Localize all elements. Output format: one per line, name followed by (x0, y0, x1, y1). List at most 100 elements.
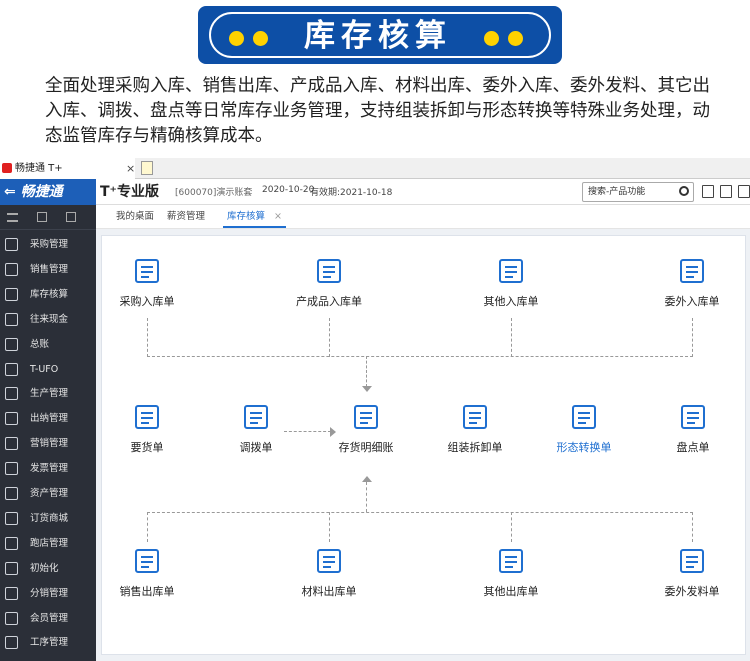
tab-my-desktop[interactable]: 我的桌面 (116, 210, 154, 224)
product-name: T⁺专业版 (100, 184, 159, 200)
sidebar-item-label: 往来现金 (30, 313, 69, 325)
menu-icon[interactable] (738, 185, 750, 198)
boxes-icon (315, 257, 343, 285)
sidebar-item[interactable]: 总账 (0, 332, 96, 357)
window-titlebar: 畅捷通 T+ × (0, 158, 750, 179)
calculator-icon[interactable] (702, 185, 714, 198)
sidebar-item[interactable]: 会员管理 (0, 606, 96, 631)
module-icon (5, 312, 18, 326)
sidebar-item[interactable]: 销售管理 (0, 257, 96, 282)
sidebar-item[interactable]: 跑店管理 (0, 531, 96, 556)
flow-node-label: 盘点单 (676, 441, 710, 454)
flow-node-label: 形态转换单 (556, 441, 612, 454)
sidebar-item[interactable]: 工序管理 (0, 630, 96, 655)
flow-node-label: 采购入库单 (119, 295, 175, 308)
forklift-icon (678, 547, 706, 575)
module-icon (5, 362, 18, 376)
connector (366, 482, 367, 512)
flow-node-label: 材料出库单 (301, 585, 357, 598)
sidebar-item[interactable]: 库存核算 (0, 282, 96, 307)
arrow-down-icon (362, 386, 372, 392)
sidebar-item-label: 初始化 (30, 562, 59, 574)
account-label: [600070]演示账套 (175, 188, 253, 198)
app-tab[interactable]: 畅捷通 T+ × (0, 158, 135, 179)
arrow-right-icon (330, 427, 336, 437)
close-icon[interactable]: × (274, 211, 282, 222)
connector (147, 356, 693, 357)
sidebar: 采购管理 销售管理库存核算往来现金总账 T-UFO 生产管理出纳管理 营销管理 发票管理资… (0, 205, 96, 661)
transfer-icon (242, 403, 270, 431)
module-icon (5, 586, 18, 600)
share-icon[interactable] (66, 212, 76, 222)
sidebar-item-label: 会员管理 (30, 612, 69, 624)
connector (511, 512, 512, 542)
module-icon (5, 487, 18, 500)
sidebar-item-label: 资产管理 (30, 488, 69, 499)
connector (147, 318, 148, 357)
sidebar-item[interactable]: 出纳管理 (0, 406, 96, 431)
connector (366, 356, 367, 387)
sidebar-item[interactable]: 订货商城 (0, 506, 96, 531)
app-header: ⇐ 畅捷通 T⁺专业版 [600070]演示账套 2020-10-20 有效期:… (0, 179, 750, 205)
arrow-up-icon (362, 476, 372, 482)
module-icon (5, 462, 18, 476)
hamburger-icon[interactable] (7, 213, 18, 222)
connector (329, 512, 330, 542)
sidebar-item[interactable]: 资产管理 (0, 481, 96, 506)
sidebar-toolbar (0, 205, 96, 230)
sidebar-item[interactable]: 分销管理 (0, 581, 96, 606)
sidebar-item[interactable]: 营销管理 (0, 431, 96, 456)
tab-inventory-costing-label: 库存核算 (227, 211, 266, 222)
connector (692, 512, 693, 542)
material-out-icon (315, 547, 343, 575)
warehouse-in-icon (133, 257, 161, 285)
flow-node-label: 其他入库单 (483, 295, 539, 308)
tab-inventory-costing[interactable]: 库存核算 × (223, 210, 287, 228)
connector (692, 318, 693, 357)
search-icon[interactable] (679, 186, 689, 196)
search-icon[interactable] (37, 212, 47, 222)
sidebar-item[interactable]: 初始化 (0, 556, 96, 581)
sidebar-item-label: T-UFO (30, 363, 59, 375)
flow-node-label: 调拨单 (239, 441, 273, 454)
connector (284, 431, 331, 432)
sidebar-item-label: 工序管理 (30, 637, 69, 649)
flow-node-label: 委外入库单 (664, 295, 720, 308)
module-icon (5, 412, 18, 426)
flow-node-label: 委外发料单 (664, 585, 720, 598)
sidebar-item[interactable]: 采购管理 (0, 232, 96, 257)
connector (147, 512, 693, 513)
module-icon (5, 636, 18, 650)
sidebar-item[interactable]: 发票管理 (0, 456, 96, 481)
module-icon (5, 337, 18, 351)
module-icon (5, 387, 18, 401)
module-icon (5, 238, 18, 251)
settings-icon[interactable] (720, 185, 732, 198)
connector (511, 318, 512, 357)
sidebar-item[interactable]: 往来现金 (0, 307, 96, 332)
brand-logo[interactable]: ⇐ 畅捷通 (0, 179, 96, 205)
outsource-in-icon (678, 257, 706, 285)
sidebar-item[interactable]: T-UFO (0, 357, 96, 382)
ledger-icon (352, 403, 380, 431)
tab-payroll[interactable]: 薪资管理 (167, 210, 205, 224)
module-icon (5, 437, 18, 451)
module-icon (5, 536, 18, 550)
sidebar-item[interactable]: 生产管理 (0, 381, 96, 406)
app-tab-label: 畅捷通 T+ (15, 163, 63, 174)
flow-node-label: 要货单 (130, 441, 164, 454)
flow-node-label: 销售出库单 (119, 585, 175, 598)
banner-dot (229, 31, 244, 46)
sidebar-item-label: 库存核算 (30, 288, 69, 300)
inventory-check-icon (679, 403, 707, 431)
connector (329, 318, 330, 357)
new-tab-icon[interactable] (141, 161, 153, 175)
banner-title: 库存核算 (304, 18, 452, 54)
tab-close-icon[interactable]: × (126, 158, 135, 179)
module-icon (5, 511, 18, 525)
module-icon (5, 262, 18, 276)
flow-node-label: 产成品入库单 (296, 295, 362, 308)
search-input[interactable]: 搜索-产品功能 (582, 182, 694, 202)
sidebar-item-label: 生产管理 (30, 388, 69, 400)
flow-node-label: 存货明细账 (338, 441, 394, 454)
